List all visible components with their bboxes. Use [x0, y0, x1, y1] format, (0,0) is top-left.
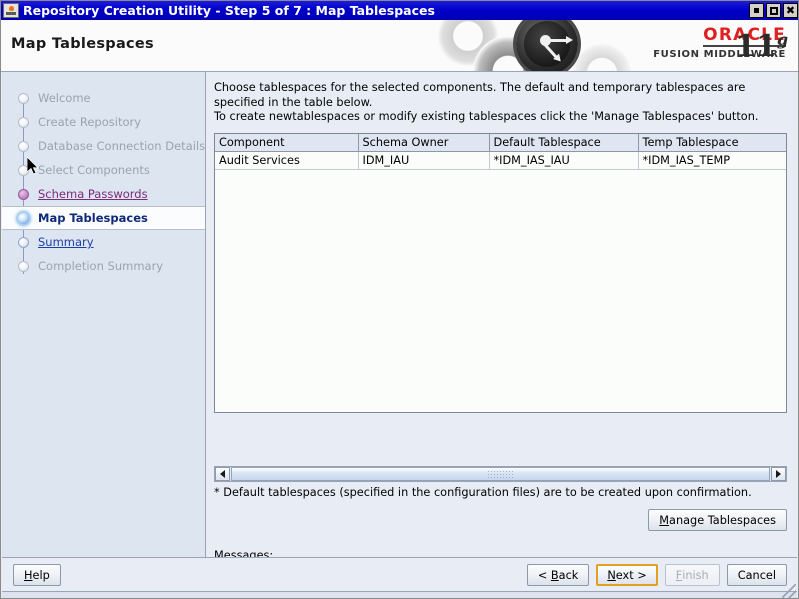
sidebar-step-label: Select Components [38, 163, 150, 177]
sidebar-step-summary[interactable]: Summary [2, 230, 205, 254]
resize-grip-icon [782, 584, 796, 598]
minimize-button[interactable] [749, 3, 764, 18]
cell-temp-tablespace[interactable]: *IDM_IAS_TEMP [638, 151, 786, 170]
tablespace-footnote: * Default tablespaces (specified in the … [214, 486, 752, 499]
step-bullet-icon [14, 113, 32, 131]
table-row[interactable]: Audit Services IDM_IAU *IDM_IAS_IAU *IDM… [215, 151, 786, 170]
window-titlebar: Repository Creation Utility - Step 5 of … [1, 1, 798, 20]
sidebar-step-map-tablespaces[interactable]: Map Tablespaces [2, 206, 205, 230]
compass-arrow-right [549, 36, 573, 44]
compass-hub-icon [516, 20, 578, 71]
page-title: Map Tablespaces [11, 36, 154, 52]
step-bullet-icon [14, 233, 32, 251]
step-bullet-icon [14, 257, 32, 275]
window-title: Repository Creation Utility - Step 5 of … [23, 3, 435, 18]
sidebar-step-label: Create Repository [38, 115, 142, 129]
compass-inner [524, 21, 573, 67]
column-header-temp-tablespace[interactable]: Temp Tablespace [638, 134, 786, 152]
footer-button-bar: Help < Back Next > Finish Cancel [2, 557, 797, 591]
maximize-icon [769, 6, 778, 15]
wizard-sidebar: Welcome Create Repository Database Conne… [2, 72, 206, 557]
sidebar-step-schema-passwords[interactable]: Schema Passwords [2, 182, 205, 206]
instruction-line-1: Choose tablespaces for the selected comp… [214, 81, 746, 109]
sidebar-step-completion-summary[interactable]: Completion Summary [2, 254, 205, 278]
instruction-line-2: To create newtablespaces or modify exist… [214, 110, 759, 123]
version-suffix: g [776, 30, 788, 49]
sidebar-step-database-connection-details[interactable]: Database Connection Details [2, 134, 205, 158]
tablespace-table-container[interactable]: Component Schema Owner Default Tablespac… [214, 133, 787, 413]
column-header-component[interactable]: Component [215, 134, 359, 152]
scrollbar-track[interactable] [231, 467, 770, 481]
wizard-navigation-buttons: < Back Next > Finish Cancel [526, 564, 787, 586]
right-arrow-icon [776, 470, 781, 478]
scrollbar-grip-icon [486, 469, 515, 479]
manage-tablespaces-label-rest: anage Tablespaces [669, 513, 776, 527]
header-banner: Map Tablespaces ORACLE FUSION MIDDLEWARE… [1, 20, 798, 71]
table-header-row: Component Schema Owner Default Tablespac… [215, 134, 786, 152]
table-horizontal-scrollbar[interactable] [214, 466, 787, 482]
main-content-panel: Choose tablespaces for the selected comp… [207, 72, 798, 598]
finish-button: Finish [664, 564, 720, 586]
step-bullet-icon [14, 185, 32, 203]
maximize-button[interactable] [766, 3, 781, 18]
cell-default-tablespace[interactable]: *IDM_IAS_IAU [489, 151, 639, 170]
version-number: 11 [735, 29, 777, 64]
cancel-button[interactable]: Cancel [726, 564, 787, 586]
help-button[interactable]: Help [13, 564, 61, 586]
banner-artwork: ORACLE FUSION MIDDLEWARE 11g [418, 20, 798, 71]
wizard-steps: Welcome Create Repository Database Conne… [2, 86, 205, 278]
scrollbar-thumb[interactable] [231, 467, 770, 481]
sidebar-step-label: Database Connection Details [38, 139, 206, 153]
sidebar-step-label: Map Tablespaces [38, 211, 148, 225]
left-arrow-icon [220, 470, 225, 478]
minimize-icon [754, 8, 759, 13]
rcu-window: Repository Creation Utility - Step 5 of … [0, 0, 799, 599]
step-bullet-icon [14, 161, 32, 179]
sidebar-step-label: Schema Passwords [38, 187, 148, 201]
instructions-text: Choose tablespaces for the selected comp… [214, 81, 789, 125]
step-bullet-icon-current [14, 209, 32, 227]
app-icon [3, 3, 19, 18]
sidebar-step-label: Summary [38, 235, 94, 249]
window-controls: ✖ [749, 3, 798, 18]
status-bar [2, 584, 797, 598]
cell-component[interactable]: Audit Services [215, 151, 359, 170]
step-bullet-icon [14, 89, 32, 107]
sidebar-step-welcome[interactable]: Welcome [2, 86, 205, 110]
column-header-schema-owner[interactable]: Schema Owner [358, 134, 490, 152]
sidebar-step-select-components[interactable]: Select Components [2, 158, 205, 182]
next-button[interactable]: Next > [596, 564, 658, 586]
sidebar-step-create-repository[interactable]: Create Repository [2, 110, 205, 134]
scroll-right-button[interactable] [771, 467, 786, 481]
sidebar-step-label: Completion Summary [38, 259, 164, 273]
tablespace-table: Component Schema Owner Default Tablespac… [215, 134, 786, 170]
sidebar-step-label: Welcome [38, 91, 91, 105]
oracle-version: 11g [735, 25, 788, 62]
close-button[interactable]: ✖ [783, 3, 798, 18]
column-header-default-tablespace[interactable]: Default Tablespace [489, 134, 639, 152]
back-button[interactable]: < Back [526, 564, 590, 586]
close-icon: ✖ [785, 4, 796, 17]
step-bullet-icon [14, 137, 32, 155]
manage-tablespaces-button[interactable]: Manage Tablespaces [648, 509, 787, 531]
cell-schema-owner[interactable]: IDM_IAU [358, 151, 490, 170]
scroll-left-button[interactable] [215, 467, 230, 481]
